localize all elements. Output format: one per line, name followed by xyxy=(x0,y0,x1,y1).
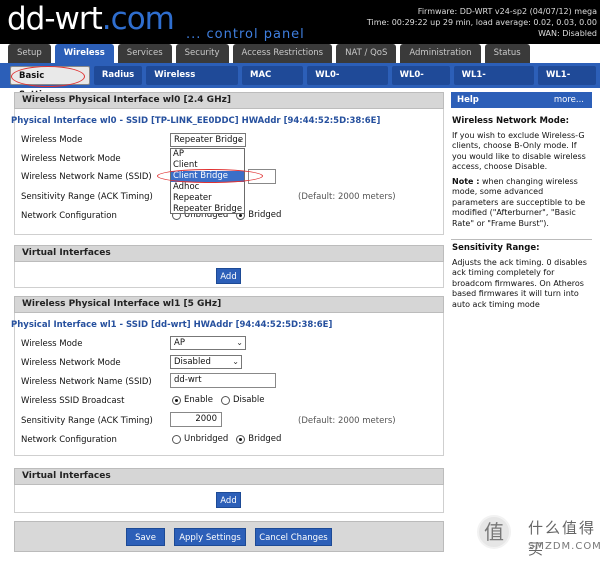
wan-status: WAN: Disabled xyxy=(538,29,597,38)
wl1-broadcast-enable-label: Enable xyxy=(184,395,213,405)
chevron-down-icon: ⌄ xyxy=(236,135,243,144)
help-text-sensitivity: Adjusts the ack timing. 0 disables ack t… xyxy=(452,257,587,309)
wl1-unbridged-radio[interactable] xyxy=(172,434,181,444)
header-bar: dd-wrt.com ... control panel Firmware: D… xyxy=(0,0,600,44)
tab-access-restrictions[interactable]: Access Restrictions xyxy=(232,44,333,63)
subtab-wl0-wds[interactable]: WL0-WDS xyxy=(391,66,450,99)
subtab-radius[interactable]: Radius xyxy=(93,66,143,85)
sub-tabs: Basic Settings Radius Wireless Security … xyxy=(10,66,600,100)
chevron-down-icon: ⌄ xyxy=(236,338,243,347)
ddwrt-logo: dd-wrt.com xyxy=(7,1,175,37)
smzdm-watermark: 值 什么值得买 SMZDM.COM xyxy=(474,511,600,561)
wl1-mode-label: Wireless Mode xyxy=(21,339,83,349)
dropdown-option-ap[interactable]: AP xyxy=(171,149,244,160)
tab-administration[interactable]: Administration xyxy=(400,44,481,63)
help-more-link[interactable]: more... xyxy=(554,92,584,108)
tab-services[interactable]: Services xyxy=(117,44,172,63)
tab-security[interactable]: Security xyxy=(175,44,229,63)
wl1-sensitivity-hint: (Default: 2000 meters) xyxy=(298,416,396,426)
router-status: Firmware: DD-WRT v24-sp2 (04/07/12) mega… xyxy=(367,6,597,39)
wl1-section-header: Wireless Physical Interface wl1 [5 GHz] xyxy=(14,296,444,313)
wl1-bridged-label: Bridged xyxy=(248,434,282,444)
wl1-broadcast-radios: Enable Disable xyxy=(172,395,272,405)
subtab-wireless-security[interactable]: Wireless Security xyxy=(146,66,239,99)
watermark-text: 什么值得买 xyxy=(528,519,597,558)
highlight-ellipse xyxy=(11,66,85,87)
wl1-network-mode-value: Disabled xyxy=(174,357,211,367)
add-virtual-interface-button[interactable]: Add xyxy=(216,492,241,508)
help-title: Help xyxy=(457,95,479,105)
dropdown-option-adhoc[interactable]: Adhoc xyxy=(171,182,244,193)
wl1-broadcast-label: Wireless SSID Broadcast xyxy=(21,396,125,406)
wl0-bridged-label: Bridged xyxy=(248,210,282,220)
help-text-network-mode: If you wish to exclude Wireless-G client… xyxy=(452,130,586,172)
wl0-network-mode-label: Wireless Network Mode xyxy=(21,154,121,164)
dropdown-option-repeater[interactable]: Repeater xyxy=(171,193,244,204)
apply-settings-button[interactable]: Apply Settings xyxy=(174,528,246,546)
wl1-broadcast-disable-label: Disable xyxy=(232,395,265,405)
highlight-ellipse xyxy=(157,169,263,183)
watermark-logo: 值 xyxy=(477,515,511,549)
wl0-sensitivity-label: Sensitivity Range (ACK Timing) xyxy=(21,192,153,202)
wl0-ssid-label: Wireless Network Name (SSID) xyxy=(21,172,152,182)
wl0-section-header: Wireless Physical Interface wl0 [2.4 GHz… xyxy=(14,92,444,109)
control-panel-tagline: ... control panel xyxy=(186,27,305,42)
help-note-label: Note : xyxy=(452,176,480,186)
subtab-wl1-advanced[interactable]: WL1-Advanced xyxy=(453,66,534,99)
help-body: Wireless Network Mode: If you wish to ex… xyxy=(451,108,592,318)
help-header: Help more... xyxy=(451,92,592,108)
subtab-mac-filter[interactable]: MAC Filter xyxy=(242,66,304,99)
wl0-mode-select[interactable]: Repeater Bridge ⌄ xyxy=(170,133,246,147)
main-tabs: Setup Wireless Services Security Access … xyxy=(8,44,534,64)
wl1-ssid-input[interactable]: dd-wrt xyxy=(170,373,276,388)
wl0-mode-label: Wireless Mode xyxy=(21,135,83,145)
wl1-broadcast-disable-radio[interactable] xyxy=(220,395,230,405)
subtab-wl1-wds[interactable]: WL1-WDS xyxy=(537,66,596,99)
save-button[interactable]: Save xyxy=(126,528,165,546)
wl1-interface-title: Physical Interface wl1 - SSID [dd-wrt] H… xyxy=(11,320,333,330)
help-heading-sensitivity: Sensitivity Range: xyxy=(452,243,540,253)
firmware-version: Firmware: DD-WRT v24-sp2 (04/07/12) mega xyxy=(417,7,597,16)
tab-setup[interactable]: Setup xyxy=(8,44,51,63)
wl1-netconfig-label: Network Configuration xyxy=(21,435,117,445)
wl1-network-mode-label: Wireless Network Mode xyxy=(21,358,121,368)
wl0-mode-value: Repeater Bridge xyxy=(174,135,244,145)
cancel-changes-button[interactable]: Cancel Changes xyxy=(255,528,332,546)
wl1-mode-value: AP xyxy=(174,338,185,348)
tab-status[interactable]: Status xyxy=(484,44,530,63)
help-divider xyxy=(451,239,592,240)
wl1-bridged-radio[interactable] xyxy=(236,434,246,444)
wl1-ssid-label: Wireless Network Name (SSID) xyxy=(21,377,152,387)
wl0-sensitivity-hint: (Default: 2000 meters) xyxy=(298,192,396,202)
subtab-wl0-advanced[interactable]: WL0-Advanced xyxy=(307,66,388,99)
uptime-text: Time: 00:29:22 up 29 min, load average: … xyxy=(366,18,597,27)
add-virtual-interface-button[interactable]: Add xyxy=(216,268,241,284)
tab-wireless[interactable]: Wireless xyxy=(54,44,114,63)
wl1-sensitivity-label: Sensitivity Range (ACK Timing) xyxy=(21,416,153,426)
wl1-unbridged-label: Unbridged xyxy=(184,434,229,444)
watermark-domain: SMZDM.COM xyxy=(528,541,600,552)
virtual-interfaces-header: Virtual Interfaces xyxy=(14,468,444,485)
help-heading-network-mode: Wireless Network Mode: xyxy=(452,116,569,126)
dropdown-option-repeater-bridge[interactable]: Repeater Bridge xyxy=(171,204,244,215)
footer-bar: Save Apply Settings Cancel Changes xyxy=(14,521,444,552)
wl1-network-mode-select[interactable]: Disabled ⌄ xyxy=(170,355,242,369)
help-text-note: Note : when changing wireless mode, some… xyxy=(452,177,592,230)
tab-nat-qos[interactable]: NAT / QoS xyxy=(336,44,397,63)
wl1-broadcast-enable-radio[interactable] xyxy=(172,395,181,405)
wl0-netconfig-label: Network Configuration xyxy=(21,211,117,221)
chevron-down-icon: ⌄ xyxy=(232,357,239,366)
wl1-sensitivity-input[interactable]: 2000 xyxy=(170,412,222,427)
wl1-netconfig-radios: Unbridged Bridged xyxy=(172,434,289,444)
wl0-interface-title: Physical Interface wl0 - SSID [TP-LINK_E… xyxy=(11,116,381,126)
wl1-mode-select[interactable]: AP ⌄ xyxy=(170,336,246,350)
virtual-interfaces-header: Virtual Interfaces xyxy=(14,245,444,262)
